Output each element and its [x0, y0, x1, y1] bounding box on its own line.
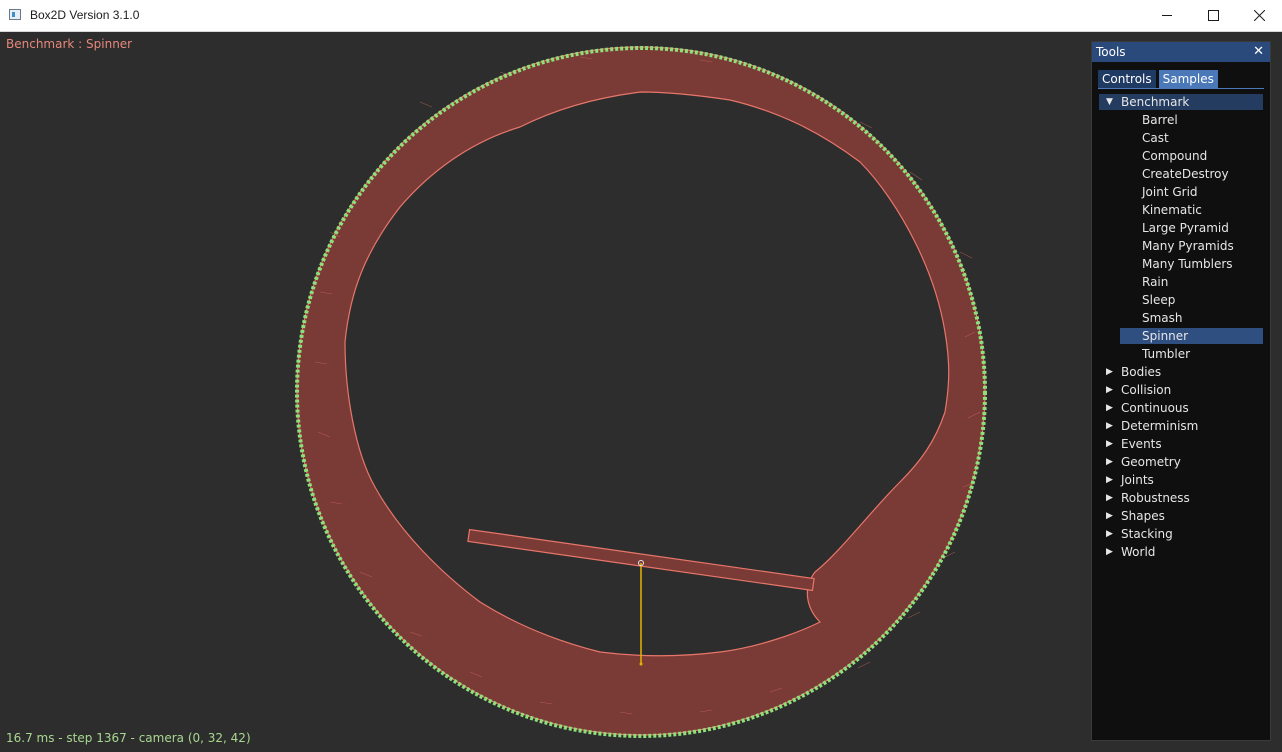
tree-item-many-tumblers[interactable]: Many Tumblers [1092, 255, 1270, 273]
caret-down-icon: ▼ [1106, 97, 1113, 107]
tree-item-large-pyramid[interactable]: Large Pyramid [1092, 219, 1270, 237]
tree-group-continuous[interactable]: ▶ Continuous [1092, 399, 1270, 417]
tools-header[interactable]: Tools ✕ [1092, 42, 1270, 62]
simulation-scene[interactable] [0, 32, 1282, 752]
tab-underline [1098, 88, 1264, 89]
caret-right-icon: ▶ [1106, 547, 1113, 557]
tree-group-shapes[interactable]: ▶ Shapes [1092, 507, 1270, 525]
caret-right-icon: ▶ [1106, 457, 1113, 467]
joint-anchor-bottom [639, 662, 643, 666]
close-icon[interactable]: ✕ [1253, 44, 1264, 59]
tab-samples[interactable]: Samples [1158, 70, 1218, 88]
caret-right-icon: ▶ [1106, 511, 1113, 521]
tree-group-events[interactable]: ▶ Events [1092, 435, 1270, 453]
tree-item-barrel[interactable]: Barrel [1092, 111, 1270, 129]
caret-right-icon: ▶ [1106, 475, 1113, 485]
tools-title: Tools [1096, 45, 1126, 59]
caret-right-icon: ▶ [1106, 493, 1113, 503]
caret-right-icon: ▶ [1106, 529, 1113, 539]
maximize-button[interactable] [1190, 0, 1236, 31]
tree-group-bodies[interactable]: ▶ Bodies [1092, 363, 1270, 381]
tree-group-world[interactable]: ▶ World [1092, 543, 1270, 561]
caret-right-icon: ▶ [1106, 367, 1113, 377]
tree-group-benchmark[interactable]: ▼ Benchmark [1092, 93, 1270, 111]
simulation-viewport[interactable]: Benchmark : Spinner 16.7 ms - step 1367 … [0, 32, 1282, 752]
tree-item-rain[interactable]: Rain [1092, 273, 1270, 291]
tree-item-smash[interactable]: Smash [1092, 309, 1270, 327]
tree-item-joint-grid[interactable]: Joint Grid [1092, 183, 1270, 201]
status-readout: 16.7 ms - step 1367 - camera (0, 32, 42) [6, 731, 251, 745]
tree-item-sleep[interactable]: Sleep [1092, 291, 1270, 309]
tools-panel[interactable]: Tools ✕ Controls Samples ▼ Benchmark Bar… [1091, 41, 1271, 741]
tree-group-geometry[interactable]: ▶ Geometry [1092, 453, 1270, 471]
window-titlebar[interactable]: Box2D Version 3.1.0 [0, 0, 1282, 32]
close-button[interactable] [1236, 0, 1282, 31]
minimize-button[interactable] [1144, 0, 1190, 31]
tree-group-robustness[interactable]: ▶ Robustness [1092, 489, 1270, 507]
caret-right-icon: ▶ [1106, 403, 1113, 413]
tree-group-joints[interactable]: ▶ Joints [1092, 471, 1270, 489]
tree-group-collision[interactable]: ▶ Collision [1092, 381, 1270, 399]
tree-item-compound[interactable]: Compound [1092, 147, 1270, 165]
samples-tree: ▼ Benchmark Barrel Cast Compound CreateD… [1092, 93, 1270, 561]
tree-group-determinism[interactable]: ▶ Determinism [1092, 417, 1270, 435]
maximize-icon [1207, 10, 1219, 21]
tree-item-cast[interactable]: Cast [1092, 129, 1270, 147]
tree-item-createdestroy[interactable]: CreateDestroy [1092, 165, 1270, 183]
tools-tabs: Controls Samples [1098, 70, 1218, 88]
tree-group-stacking[interactable]: ▶ Stacking [1092, 525, 1270, 543]
tree-item-tumbler[interactable]: Tumbler [1092, 345, 1270, 363]
tree-item-kinematic[interactable]: Kinematic [1092, 201, 1270, 219]
window-title: Box2D Version 3.1.0 [30, 8, 140, 22]
sample-title: Benchmark : Spinner [6, 37, 133, 51]
caret-right-icon: ▶ [1106, 421, 1113, 431]
tab-controls[interactable]: Controls [1098, 70, 1156, 88]
tree-item-many-pyramids[interactable]: Many Pyramids [1092, 237, 1270, 255]
caret-right-icon: ▶ [1106, 439, 1113, 449]
close-icon [1253, 10, 1265, 21]
minimize-icon [1161, 15, 1172, 16]
caret-right-icon: ▶ [1106, 385, 1113, 395]
app-icon [9, 9, 21, 20]
tree-item-spinner[interactable]: Spinner [1092, 327, 1270, 345]
